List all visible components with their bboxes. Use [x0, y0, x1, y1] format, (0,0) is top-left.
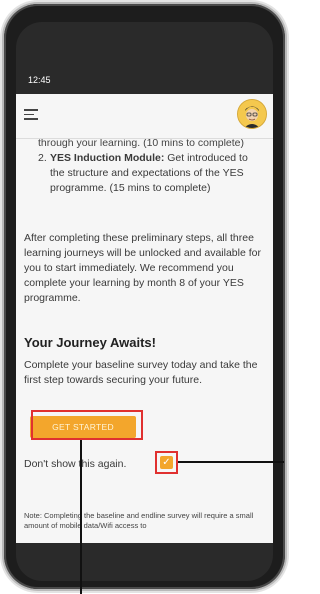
status-area [16, 22, 273, 94]
list-number: 2. [38, 152, 47, 164]
list-item-text: YES Induction Module: Get introduced to … [50, 151, 260, 196]
button-highlight-box [31, 410, 143, 440]
user-avatar-icon[interactable] [237, 99, 267, 129]
steps-list: through your learning. (10 mins to compl… [38, 139, 260, 196]
journey-body: Complete your baseline survey today and … [24, 359, 258, 386]
journey-title: Your Journey Awaits! [24, 335, 156, 350]
list-item-title: YES Induction Module: [50, 152, 165, 164]
checkbox-highlight-box [155, 451, 178, 474]
dont-show-label: Don't show this again. [24, 458, 127, 470]
data-usage-note: Note: Completing the baseline and endlin… [24, 511, 254, 530]
app-header [16, 94, 273, 139]
checkbox-callout-line [178, 461, 284, 463]
list-item: 2. YES Induction Module: Get introduced … [38, 151, 260, 196]
content-area: through your learning. (10 mins to compl… [16, 139, 273, 543]
phone-bottom-bar [16, 543, 273, 581]
button-callout-line [80, 440, 82, 594]
hamburger-menu-icon[interactable] [24, 109, 38, 120]
list-item: through your learning. (10 mins to compl… [38, 139, 245, 149]
status-time: 12:45 [28, 75, 51, 85]
info-paragraph: After completing these preliminary steps… [24, 232, 261, 304]
